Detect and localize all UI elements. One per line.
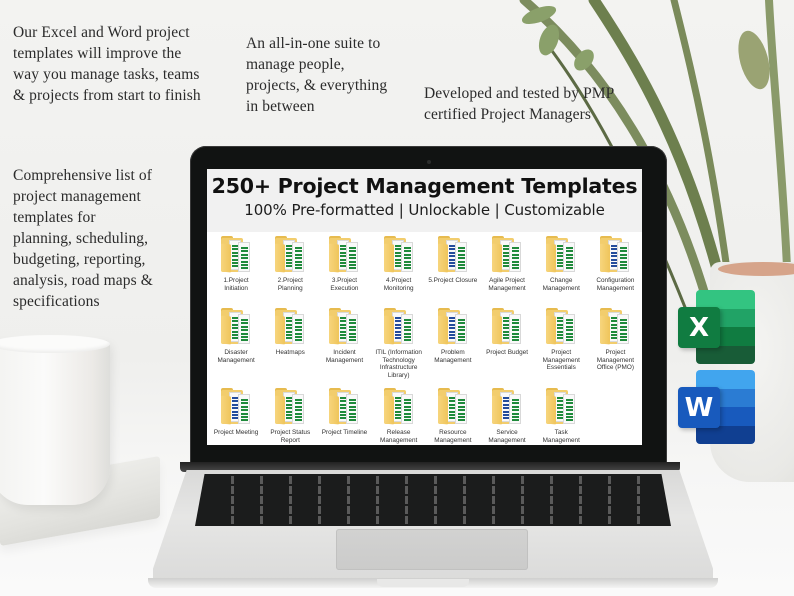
- trackpad: [336, 529, 528, 570]
- screen-subtitle: 100% Pre-formatted | Unlockable | Custom…: [244, 201, 605, 219]
- folder-item[interactable]: 2.Project Planning: [263, 234, 317, 306]
- folder-label: 2.Project Planning: [277, 277, 303, 292]
- folder-item[interactable]: Service Management: [480, 386, 534, 445]
- folder-item[interactable]: 1.Project Initiation: [209, 234, 263, 306]
- folder-icon: [490, 388, 524, 426]
- folder-icon: [544, 308, 578, 346]
- folder-grid: 1.Project Initiation 2.Project Planning 3.…: [207, 232, 642, 445]
- folder-icon: [273, 388, 307, 426]
- folder-item[interactable]: Release Management: [372, 386, 426, 445]
- folder-label: Resource Management: [434, 429, 472, 444]
- folder-item[interactable]: Project Management Office (PMO): [588, 306, 642, 386]
- blurb-pmp-certified: Developed and tested by PMP certified Pr…: [424, 85, 615, 123]
- word-stripe: [696, 370, 755, 389]
- keyboard: [195, 474, 671, 526]
- folder-icon: [382, 308, 416, 346]
- folder-icon: [490, 308, 524, 346]
- folder-label: Incident Management: [325, 349, 364, 364]
- folder-icon: [598, 308, 632, 346]
- keyboard-row: [205, 516, 661, 524]
- folder-icon: [273, 308, 307, 346]
- folder-item[interactable]: Problem Management: [426, 306, 480, 386]
- folder-icon: [436, 308, 470, 346]
- folder-icon: [273, 236, 307, 274]
- folder-item[interactable]: Agile Project Management: [480, 234, 534, 306]
- folder-label: Problem Management: [434, 349, 472, 364]
- folder-label: Project Meeting: [213, 429, 259, 436]
- blurb-comprehensive-list: Comprehensive list of project management…: [13, 167, 153, 310]
- folder-item[interactable]: Configuration Management: [588, 234, 642, 306]
- folder-label: Change Management: [542, 277, 580, 292]
- folder-label: Project Budget: [486, 349, 528, 356]
- folder-item[interactable]: Project Timeline: [317, 386, 371, 445]
- folder-label: Configuration Management: [596, 277, 635, 292]
- folder-item[interactable]: Project Management Essentials: [534, 306, 588, 386]
- folder-icon: [490, 236, 524, 274]
- folder-item[interactable]: Task Management: [534, 386, 588, 445]
- folder-label: 4.Project Monitoring: [383, 277, 414, 292]
- word-icon: W: [678, 370, 756, 444]
- laptop-screen: 250+ Project Management Templates 100% P…: [207, 169, 642, 445]
- folder-icon: [219, 236, 253, 274]
- keyboard-row: [205, 496, 661, 504]
- folder-icon: [327, 388, 361, 426]
- word-stripe: [696, 425, 755, 444]
- webcam-icon: [427, 160, 431, 164]
- folder-label: Disaster Management: [217, 349, 255, 364]
- folder-item[interactable]: Heatmaps: [263, 306, 317, 386]
- screen-header: 250+ Project Management Templates 100% P…: [207, 169, 642, 232]
- folder-label: ITIL (Information Technology Infrastruct…: [375, 349, 422, 379]
- folder-icon: [544, 236, 578, 274]
- folder-item[interactable]: Resource Management: [426, 386, 480, 445]
- folder-item[interactable]: 4.Project Monitoring: [372, 234, 426, 306]
- folder-label: Project Management Essentials: [542, 349, 580, 372]
- folder-icon: [327, 308, 361, 346]
- blurb-excel-word: Our Excel and Word project templates wil…: [13, 24, 201, 104]
- excel-icon: X: [678, 290, 756, 364]
- folder-label: Service Management: [488, 429, 526, 444]
- folder-icon: [436, 388, 470, 426]
- folder-item[interactable]: ITIL (Information Technology Infrastruct…: [372, 306, 426, 386]
- folder-icon: [436, 236, 470, 274]
- folder-item[interactable]: Change Management: [534, 234, 588, 306]
- keyboard-row: [205, 486, 661, 494]
- folder-item[interactable]: Project Status Report: [263, 386, 317, 445]
- folder-label: Project Timeline: [321, 429, 368, 436]
- folder-label: Agile Project Management: [488, 277, 526, 292]
- keyboard-row: [205, 476, 661, 484]
- folder-icon: [598, 236, 632, 274]
- word-badge: W: [678, 387, 720, 428]
- folder-label: 5.Project Closure: [428, 277, 478, 284]
- coffee-cup: [0, 340, 110, 505]
- folder-item[interactable]: 3.Project Execution: [317, 234, 371, 306]
- folder-icon: [327, 236, 361, 274]
- folder-item[interactable]: Incident Management: [317, 306, 371, 386]
- folder-item[interactable]: Project Meeting: [209, 386, 263, 445]
- folder-label: Task Management: [542, 429, 580, 444]
- folder-item[interactable]: 5.Project Closure: [426, 234, 480, 306]
- screen-title: 250+ Project Management Templates: [211, 174, 638, 198]
- folder-label: 3.Project Execution: [330, 277, 359, 292]
- keyboard-row: [205, 506, 661, 514]
- blurb-all-in-one: An all-in-one suite to manage people, pr…: [246, 35, 388, 115]
- folder-label: 1.Project Initiation: [223, 277, 249, 292]
- excel-stripe: [696, 345, 755, 364]
- folder-label: Heatmaps: [275, 349, 305, 356]
- folder-icon: [382, 236, 416, 274]
- folder-icon: [219, 388, 253, 426]
- laptop-opening-notch: [377, 579, 469, 587]
- folder-item[interactable]: Project Budget: [480, 306, 534, 386]
- excel-stripe: [696, 290, 755, 309]
- folder-label: Release Management: [380, 429, 418, 444]
- folder-icon: [382, 388, 416, 426]
- folder-label: Project Management Office (PMO): [596, 349, 635, 372]
- folder-item[interactable]: Disaster Management: [209, 306, 263, 386]
- folder-icon: [544, 388, 578, 426]
- folder-label: Project Status Report: [270, 429, 311, 444]
- folder-icon: [219, 308, 253, 346]
- excel-badge: X: [678, 307, 720, 348]
